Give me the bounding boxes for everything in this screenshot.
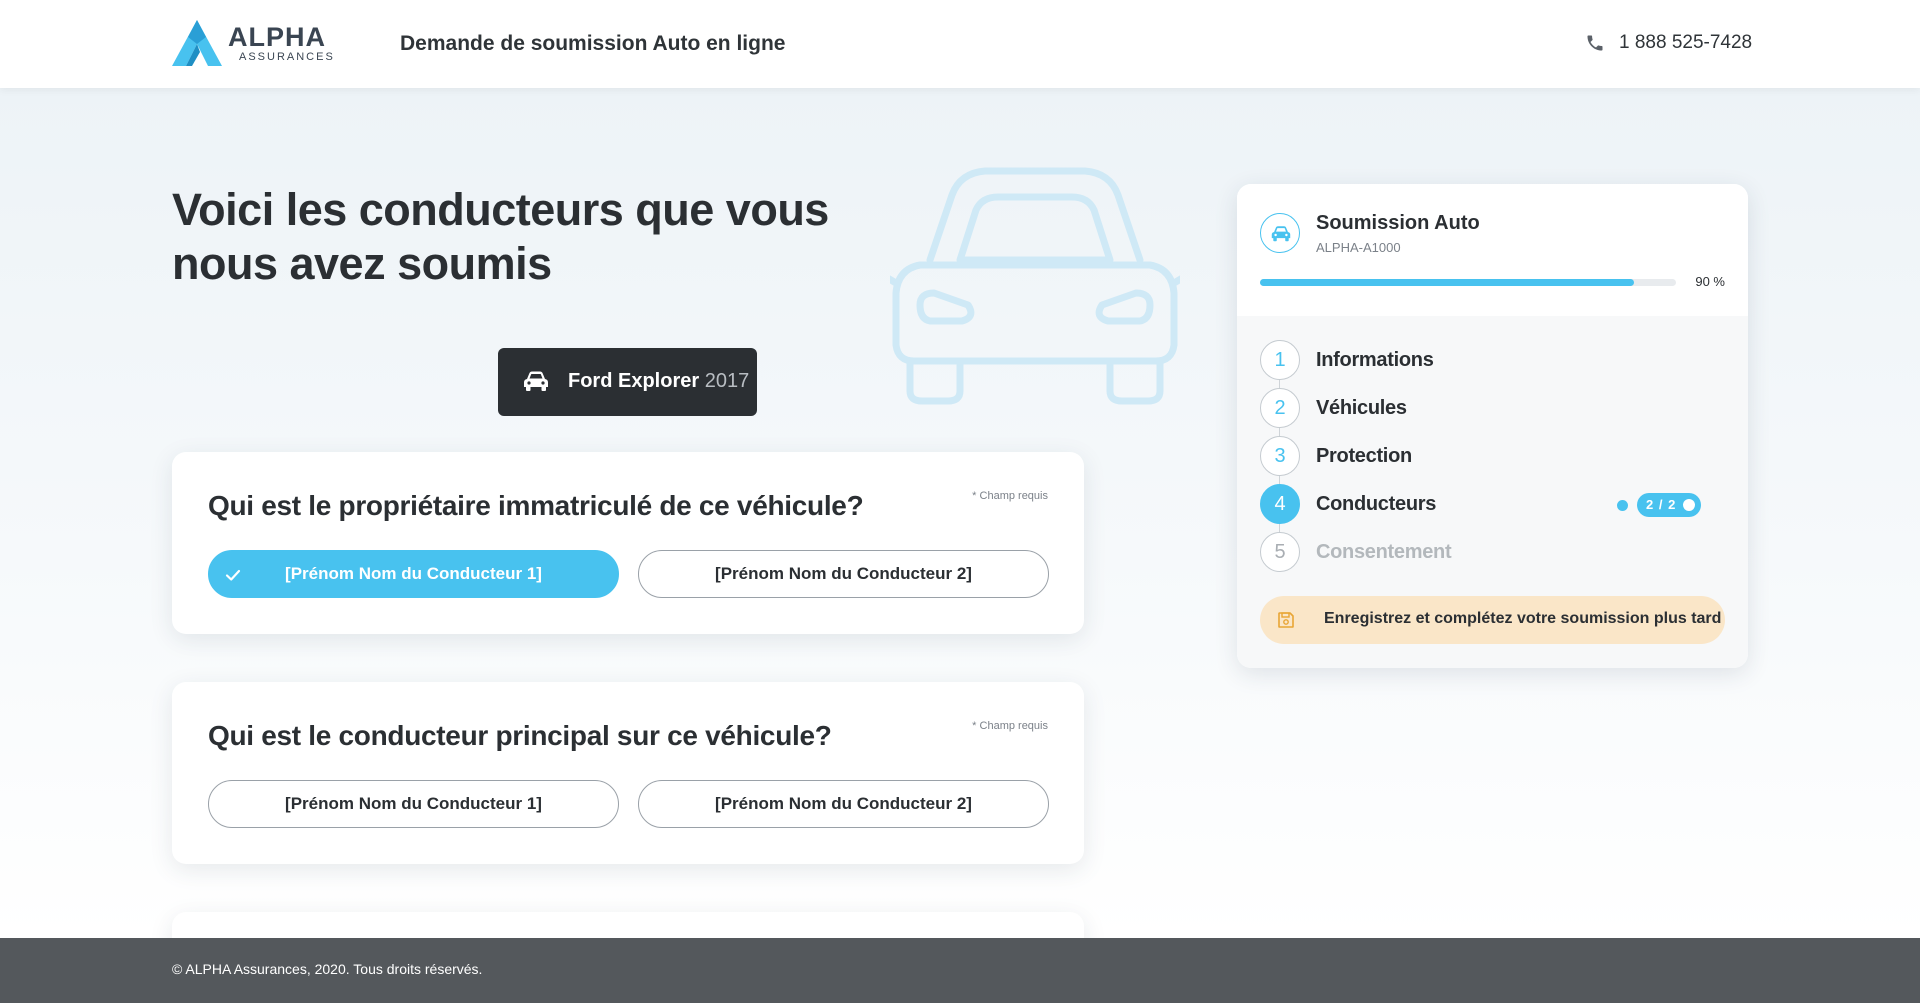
required-note: * Champ requis: [972, 490, 1048, 502]
car-icon: [1260, 213, 1300, 253]
quote-reference: ALPHA-A1000: [1316, 240, 1401, 255]
page-header-title: Demande de soumission Auto en ligne: [400, 32, 786, 55]
quote-progress-panel: Soumission Auto ALPHA-A1000 90 % 1 Infor…: [1237, 184, 1748, 668]
question-title: Qui est le propriétaire immatriculé de c…: [208, 490, 864, 521]
step-label: Conducteurs: [1316, 493, 1437, 515]
step-number: 4: [1260, 484, 1300, 524]
save-for-later-button[interactable]: Enregistrez et complétez votre soumissio…: [1260, 596, 1725, 644]
step-consentement: 5 Consentement: [1260, 532, 1730, 572]
progress-fill: [1260, 279, 1635, 286]
vehicle-model: Ford Explorer: [568, 370, 700, 392]
phone-number: 1 888 525-7428: [1619, 32, 1753, 53]
step-label: Informations: [1316, 349, 1434, 371]
option-label: [Prénom Nom du Conducteur 1]: [285, 794, 542, 813]
required-note: * Champ requis: [972, 720, 1048, 732]
option-driver-1-button[interactable]: [Prénom Nom du Conducteur 1]: [208, 780, 619, 828]
step-protection[interactable]: 3 Protection: [1260, 436, 1730, 476]
option-driver-2-button[interactable]: [Prénom Nom du Conducteur 2]: [638, 550, 1049, 598]
phone-icon: [1587, 35, 1603, 51]
step-vehicules[interactable]: 2 Véhicules: [1260, 388, 1730, 428]
floppy-disk-icon: [1278, 612, 1294, 628]
question-title: Qui est le conducteur principal sur ce v…: [208, 720, 832, 751]
progress-bar: [1260, 279, 1676, 286]
panel-header: Soumission Auto ALPHA-A1000 90 %: [1237, 184, 1748, 316]
step-label: Consentement: [1316, 541, 1452, 563]
panel-title: Soumission Auto: [1316, 212, 1480, 234]
page-heading: Voici les conducteurs que vous nous avez…: [172, 184, 829, 289]
footer: © ALPHA Assurances, 2020. Tous droits ré…: [0, 938, 1920, 1003]
step-number: 3: [1260, 436, 1300, 476]
car-icon: [524, 371, 548, 391]
progress-percent: 90 %: [1695, 274, 1725, 289]
header: ALPHA ASSURANCES Demande de soumission A…: [0, 0, 1920, 88]
step-label: Véhicules: [1316, 397, 1407, 419]
logo-name: ALPHA: [228, 22, 326, 52]
substep-badge-dot: [1683, 499, 1695, 511]
car-illustration-icon: [890, 167, 1180, 405]
vehicle-year: 2017: [704, 370, 750, 392]
logo-subtitle: ASSURANCES: [239, 51, 335, 63]
alpha-logo-icon: [172, 20, 222, 66]
step-label: Protection: [1316, 445, 1412, 467]
option-label: [Prénom Nom du Conducteur 1]: [285, 564, 542, 583]
copyright-text: © ALPHA Assurances, 2020. Tous droits ré…: [172, 961, 483, 977]
step-number: 2: [1260, 388, 1300, 428]
save-button-label: Enregistrez et complétez votre soumissio…: [1324, 610, 1722, 627]
question-card-owner: Qui est le propriétaire immatriculé de c…: [172, 452, 1084, 634]
question-card-main-driver: Qui est le conducteur principal sur ce v…: [172, 682, 1084, 864]
option-label: [Prénom Nom du Conducteur 2]: [715, 794, 972, 813]
vehicle-name: Ford Explorer 2017: [568, 370, 749, 393]
step-informations[interactable]: 1 Informations: [1260, 340, 1730, 380]
substep-badge: 2 / 2: [1637, 493, 1701, 517]
step-number: 5: [1260, 532, 1300, 572]
option-label: [Prénom Nom du Conducteur 2]: [715, 564, 972, 583]
option-driver-1-button[interactable]: [Prénom Nom du Conducteur 1]: [208, 550, 619, 598]
check-icon: [225, 569, 241, 581]
substep-dot: [1617, 500, 1628, 511]
option-driver-2-button[interactable]: [Prénom Nom du Conducteur 2]: [638, 780, 1049, 828]
logo[interactable]: ALPHA ASSURANCES: [172, 20, 342, 68]
substep-count: 2 / 2: [1646, 497, 1677, 512]
step-number: 1: [1260, 340, 1300, 380]
step-conducteurs[interactable]: 4 Conducteurs 2 / 2: [1260, 484, 1730, 524]
vehicle-badge: Ford Explorer 2017: [498, 348, 757, 416]
